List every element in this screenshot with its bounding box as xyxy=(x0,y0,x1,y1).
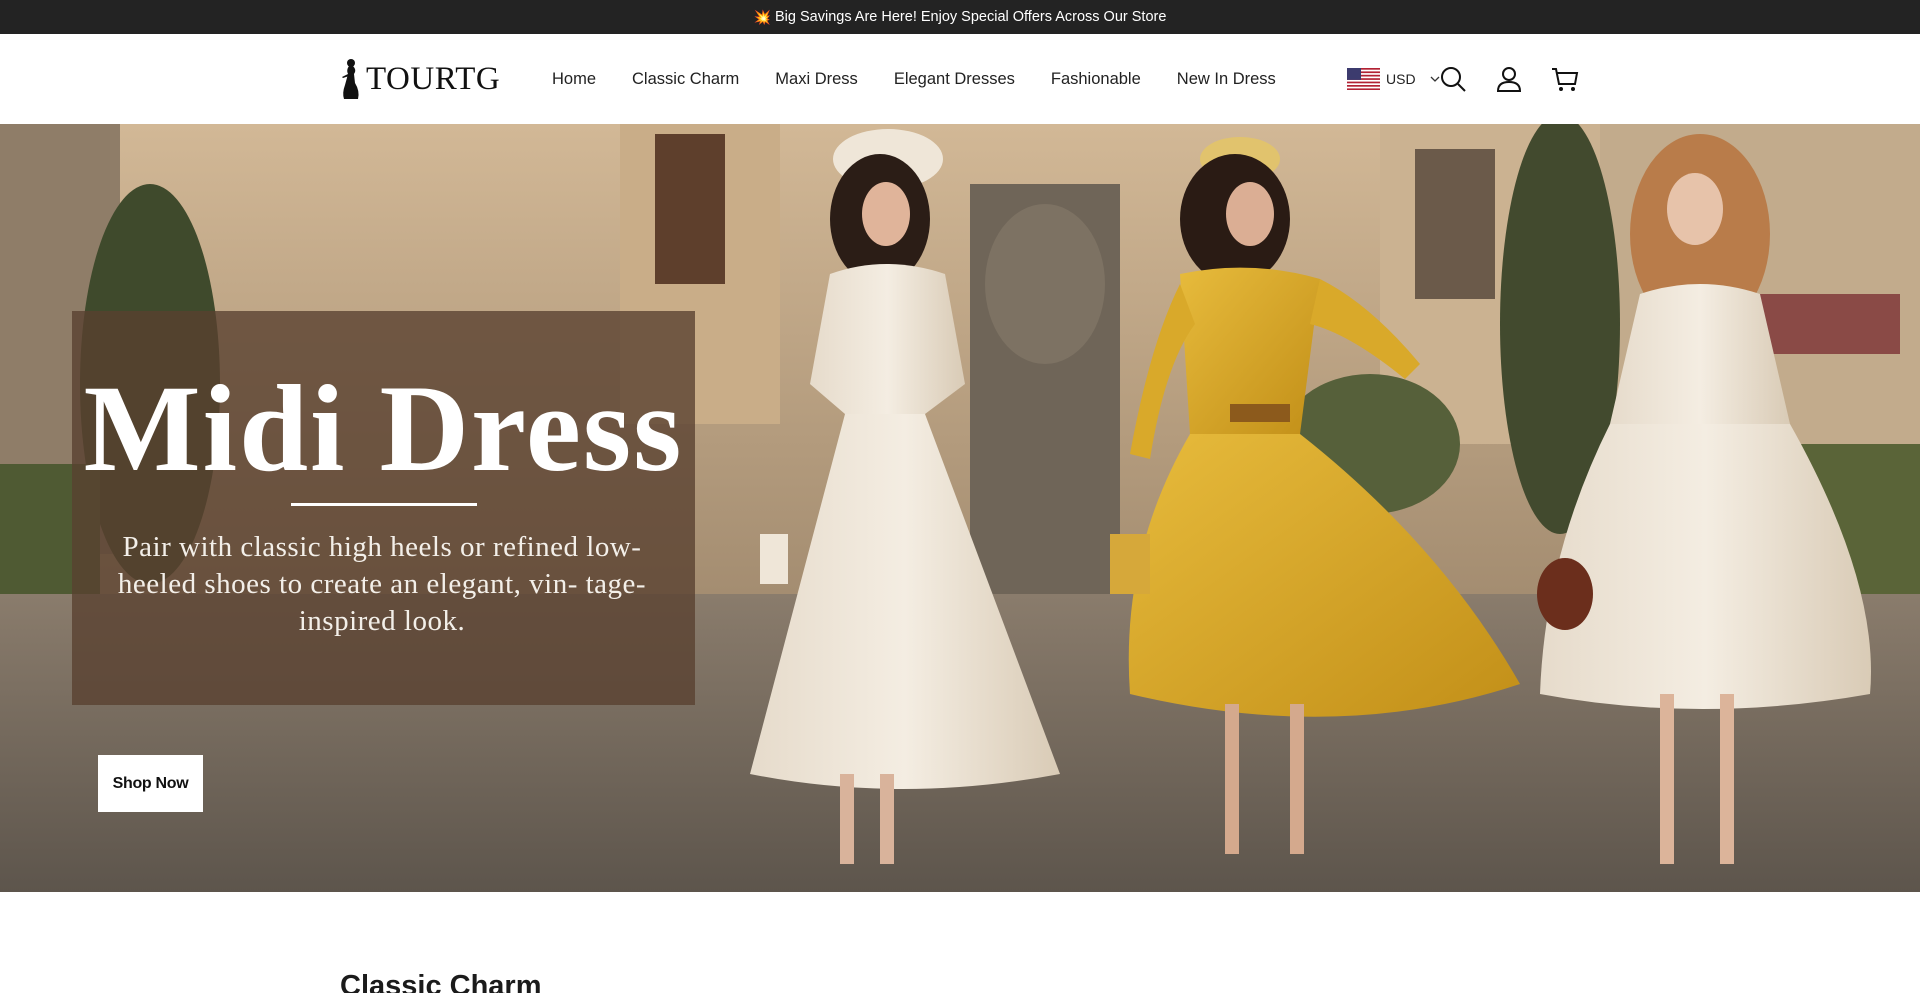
lady-silhouette-icon xyxy=(342,59,359,99)
main-nav: Home Classic Charm Maxi Dress Elegant Dr… xyxy=(552,34,1276,124)
us-flag-icon xyxy=(1347,68,1380,90)
shop-now-button[interactable]: Shop Now xyxy=(98,755,203,812)
nav-home[interactable]: Home xyxy=(552,70,596,89)
account-icon[interactable] xyxy=(1494,64,1524,94)
currency-code: USD xyxy=(1386,71,1416,87)
hero-subtitle: Pair with classic high heels or refined … xyxy=(117,531,647,637)
nav-fashionable[interactable]: Fashionable xyxy=(1051,70,1141,89)
site-header: TOURTG Home Classic Charm Maxi Dress Ele… xyxy=(0,34,1920,124)
sparkle-icon: 💥 xyxy=(753,8,771,25)
nav-new-in-dress[interactable]: New In Dress xyxy=(1177,70,1276,89)
hero-text-panel: Midi Dress Pair with classic high heels … xyxy=(72,311,695,705)
nav-classic-charm[interactable]: Classic Charm xyxy=(632,70,739,89)
nav-maxi-dress[interactable]: Maxi Dress xyxy=(775,70,858,89)
nav-elegant-dresses[interactable]: Elegant Dresses xyxy=(894,70,1015,89)
announcement-text: Big Savings Are Here! Enjoy Special Offe… xyxy=(775,9,1167,25)
currency-selector[interactable]: USD xyxy=(1347,66,1440,92)
hero-divider xyxy=(291,503,477,506)
hero-title: Midi Dress xyxy=(83,360,684,497)
logo[interactable]: TOURTG xyxy=(338,56,500,102)
cart-icon[interactable] xyxy=(1550,64,1580,94)
section-title-classic-charm: Classic Charm xyxy=(340,970,542,993)
announcement-bar: 💥 Big Savings Are Here! Enjoy Special Of… xyxy=(0,0,1920,34)
hero-banner: Midi Dress Pair with classic high heels … xyxy=(0,124,1920,892)
logo-text: TOURTG xyxy=(366,60,501,97)
search-icon[interactable] xyxy=(1438,64,1468,94)
